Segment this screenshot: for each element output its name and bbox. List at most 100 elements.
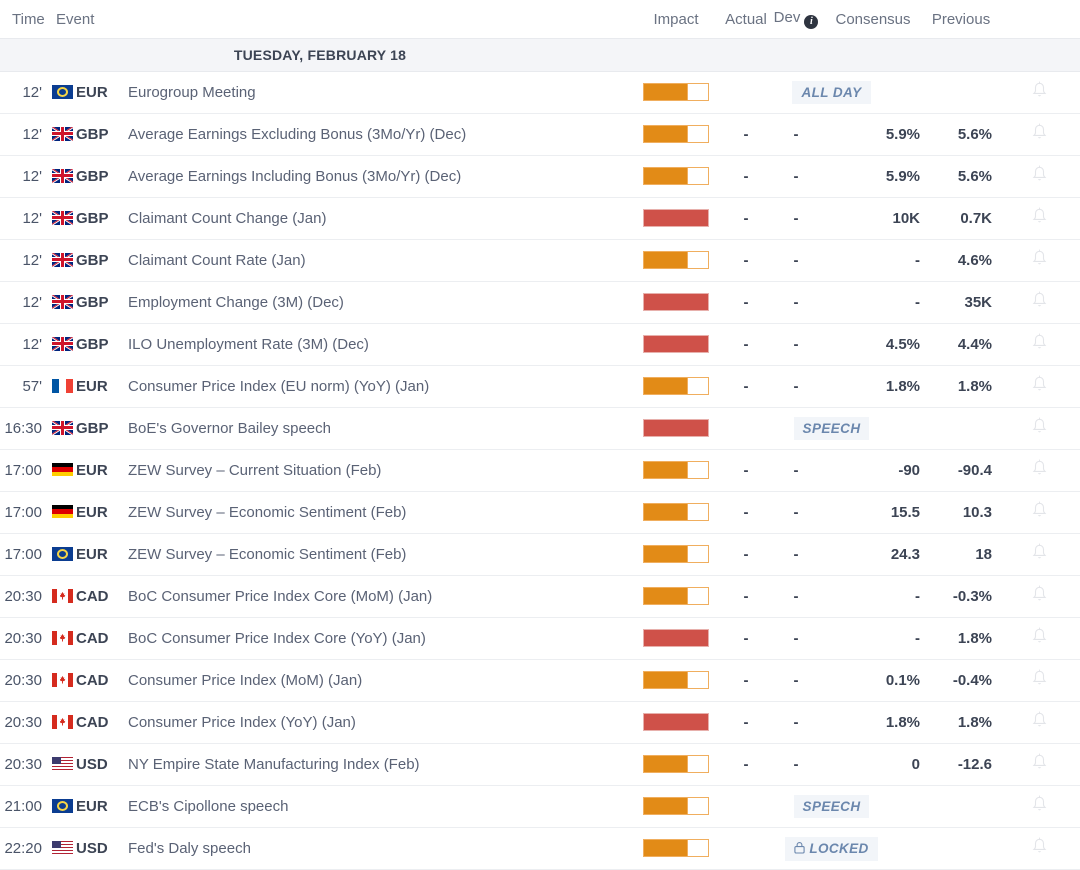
event-alert-cell[interactable]	[998, 449, 1080, 492]
event-impact[interactable]	[630, 155, 723, 198]
table-row[interactable]: 12' GBP Employment Change (3M) (Dec) - - -35K	[0, 281, 1080, 324]
event-name[interactable]: Consumer Price Index (YoY) (Jan)	[122, 701, 631, 744]
event-alert-cell[interactable]	[998, 617, 1080, 660]
event-impact[interactable]	[630, 323, 723, 366]
column-header-event[interactable]: Event	[50, 0, 631, 39]
alert-bell-icon[interactable]	[1031, 332, 1048, 352]
event-alert-cell[interactable]	[998, 533, 1080, 576]
event-name[interactable]: Average Earnings Excluding Bonus (3Mo/Yr…	[122, 113, 631, 156]
table-row[interactable]: 12' GBP Claimant Count Rate (Jan) - - -4.6%	[0, 239, 1080, 282]
event-name[interactable]: NY Empire State Manufacturing Index (Feb…	[122, 743, 631, 786]
table-row[interactable]: 17:00 EUR ZEW Survey – Economic Sentiment …	[0, 491, 1080, 534]
table-row[interactable]: 20:30 CAD BoC Consumer Price Index Core (M…	[0, 575, 1080, 618]
event-alert-cell[interactable]	[998, 197, 1080, 240]
table-row[interactable]: 22:20 USD Fed's Daly speech LOCKED	[0, 827, 1080, 870]
alert-bell-icon[interactable]	[1031, 836, 1048, 856]
event-alert-cell[interactable]	[998, 827, 1080, 870]
event-name[interactable]: ZEW Survey – Current Situation (Feb)	[122, 449, 631, 492]
event-alert-cell[interactable]	[998, 281, 1080, 324]
event-name[interactable]: ZEW Survey – Economic Sentiment (Feb)	[122, 491, 631, 534]
event-alert-cell[interactable]	[998, 407, 1080, 450]
event-impact[interactable]	[630, 533, 723, 576]
table-row[interactable]: 12' GBP Average Earnings Excluding Bonus (…	[0, 113, 1080, 156]
column-header-previous[interactable]: Previous	[924, 0, 999, 39]
column-header-consensus[interactable]: Consensus	[822, 0, 925, 39]
event-name[interactable]: ZEW Survey – Economic Sentiment (Feb)	[122, 533, 631, 576]
alert-bell-icon[interactable]	[1031, 752, 1048, 772]
alert-bell-icon[interactable]	[1031, 458, 1048, 478]
event-impact[interactable]	[630, 239, 723, 282]
alert-bell-icon[interactable]	[1031, 122, 1048, 142]
alert-bell-icon[interactable]	[1031, 416, 1048, 436]
event-name[interactable]: Fed's Daly speech	[122, 827, 631, 870]
event-alert-cell[interactable]	[998, 701, 1080, 744]
event-impact[interactable]	[630, 785, 723, 828]
table-row[interactable]: 21:00 EUR ECB's Cipollone speech SPEECH	[0, 785, 1080, 828]
table-row[interactable]: 17:00 EUR ZEW Survey – Economic Sentiment …	[0, 533, 1080, 576]
table-row[interactable]: 12' GBP Claimant Count Change (Jan) - -10K 0.…	[0, 197, 1080, 240]
alert-bell-icon[interactable]	[1031, 500, 1048, 520]
event-alert-cell[interactable]	[998, 323, 1080, 366]
alert-bell-icon[interactable]	[1031, 668, 1048, 688]
table-row[interactable]: 12' GBP ILO Unemployment Rate (3M) (Dec) - -…	[0, 323, 1080, 366]
event-alert-cell[interactable]	[998, 239, 1080, 282]
event-name[interactable]: BoC Consumer Price Index Core (YoY) (Jan…	[122, 617, 631, 660]
event-alert-cell[interactable]	[998, 491, 1080, 534]
event-impact[interactable]	[630, 449, 723, 492]
alert-bell-icon[interactable]	[1031, 542, 1048, 562]
event-name[interactable]: Claimant Count Rate (Jan)	[122, 239, 631, 282]
event-alert-cell[interactable]	[998, 113, 1080, 156]
alert-bell-icon[interactable]	[1031, 164, 1048, 184]
event-impact[interactable]	[630, 827, 723, 870]
event-alert-cell[interactable]	[998, 575, 1080, 618]
alert-bell-icon[interactable]	[1031, 206, 1048, 226]
alert-bell-icon[interactable]	[1031, 626, 1048, 646]
event-impact[interactable]	[630, 659, 723, 702]
table-row[interactable]: 20:30 USD NY Empire State Manufacturing In…	[0, 743, 1080, 786]
table-row[interactable]: 20:30 CAD Consumer Price Index (MoM) (Jan)…	[0, 659, 1080, 702]
table-row[interactable]: 20:30 CAD Consumer Price Index (YoY) (Jan)…	[0, 701, 1080, 744]
event-impact[interactable]	[630, 575, 723, 618]
event-name[interactable]: Employment Change (3M) (Dec)	[122, 281, 631, 324]
info-icon[interactable]: i	[804, 15, 819, 29]
table-row[interactable]: 12' GBP Average Earnings Including Bonus (…	[0, 155, 1080, 198]
event-alert-cell[interactable]	[998, 743, 1080, 786]
column-header-impact[interactable]: Impact	[630, 0, 723, 39]
event-name[interactable]: Eurogroup Meeting	[122, 71, 631, 114]
table-row[interactable]: 57' EUR Consumer Price Index (EU norm) (Yo…	[0, 365, 1080, 408]
event-impact[interactable]	[630, 743, 723, 786]
event-impact[interactable]	[630, 113, 723, 156]
event-impact[interactable]	[630, 491, 723, 534]
alert-bell-icon[interactable]	[1031, 710, 1048, 730]
table-row[interactable]: 17:00 EUR ZEW Survey – Current Situation (…	[0, 449, 1080, 492]
column-header-time[interactable]: Time	[0, 0, 50, 39]
table-row[interactable]: 12' EUR Eurogroup Meeting ALL DAY	[0, 71, 1080, 114]
event-name[interactable]: ECB's Cipollone speech	[122, 785, 631, 828]
column-header-actual[interactable]: Actual	[722, 0, 771, 39]
event-name[interactable]: Consumer Price Index (MoM) (Jan)	[122, 659, 631, 702]
event-alert-cell[interactable]	[998, 785, 1080, 828]
event-name[interactable]: BoC Consumer Price Index Core (MoM) (Jan…	[122, 575, 631, 618]
alert-bell-icon[interactable]	[1031, 584, 1048, 604]
event-alert-cell[interactable]	[998, 365, 1080, 408]
event-alert-cell[interactable]	[998, 659, 1080, 702]
event-impact[interactable]	[630, 281, 723, 324]
alert-bell-icon[interactable]	[1031, 248, 1048, 268]
event-name[interactable]: Claimant Count Change (Jan)	[122, 197, 631, 240]
table-row[interactable]: 20:30 CAD BoC Consumer Price Index Core (Y…	[0, 617, 1080, 660]
event-name[interactable]: BoE's Governor Bailey speech	[122, 407, 631, 450]
alert-bell-icon[interactable]	[1031, 80, 1048, 100]
event-name[interactable]: Consumer Price Index (EU norm) (YoY) (Ja…	[122, 365, 631, 408]
column-header-dev[interactable]: Dev i	[770, 0, 823, 39]
alert-bell-icon[interactable]	[1031, 374, 1048, 394]
alert-bell-icon[interactable]	[1031, 794, 1048, 814]
event-alert-cell[interactable]	[998, 71, 1080, 114]
event-impact[interactable]	[630, 407, 723, 450]
event-impact[interactable]	[630, 365, 723, 408]
event-impact[interactable]	[630, 617, 723, 660]
event-name[interactable]: ILO Unemployment Rate (3M) (Dec)	[122, 323, 631, 366]
alert-bell-icon[interactable]	[1031, 290, 1048, 310]
event-impact[interactable]	[630, 71, 723, 114]
event-impact[interactable]	[630, 701, 723, 744]
event-impact[interactable]	[630, 197, 723, 240]
